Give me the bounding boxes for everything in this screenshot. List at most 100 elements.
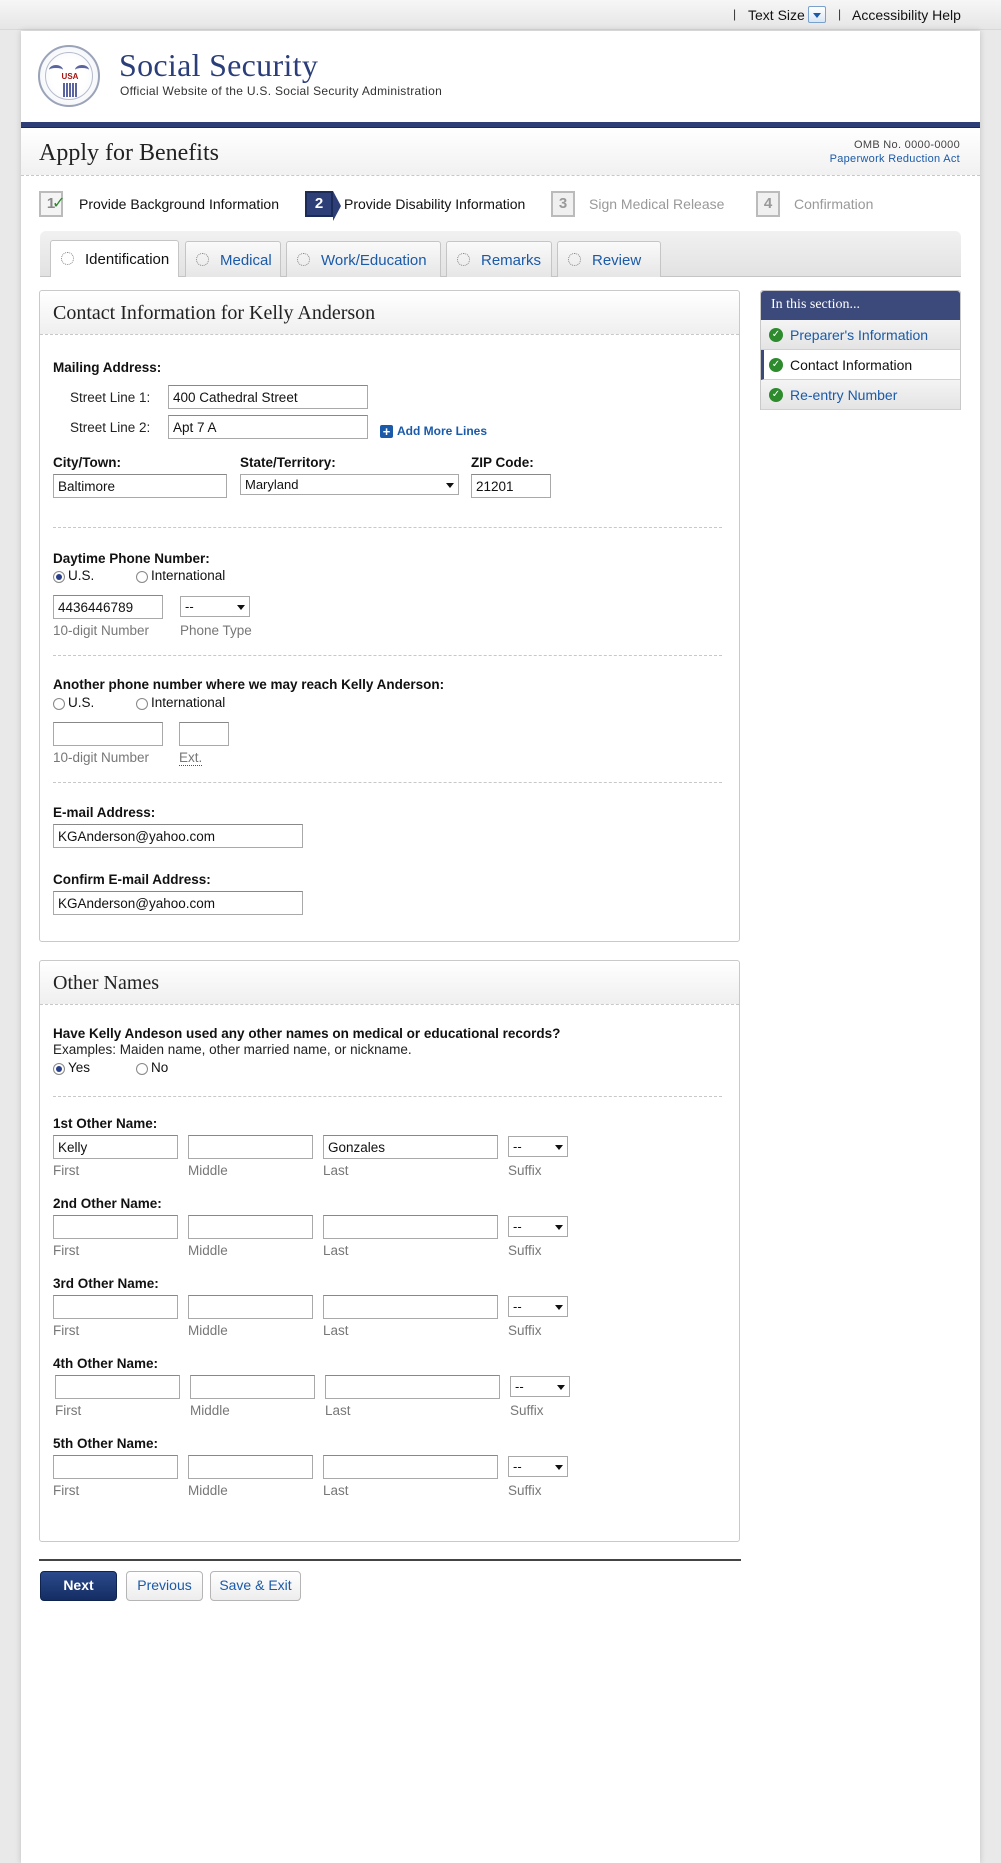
city-label: City/Town: — [53, 455, 121, 470]
tab-medical[interactable]: Medical — [185, 241, 281, 277]
first-hint: First — [53, 1483, 80, 1498]
other-name-4-suffix-select[interactable]: -- — [510, 1376, 570, 1397]
middle-hint: Middle — [188, 1323, 228, 1338]
ssa-seal-icon[interactable]: USA — [38, 45, 100, 107]
phone-type-hint: Phone Type — [180, 623, 252, 638]
tab-identification[interactable]: Identification — [50, 240, 179, 277]
first-hint: First — [53, 1163, 80, 1178]
alt-international-label: International — [151, 695, 226, 710]
alt-international-radio[interactable] — [136, 698, 148, 710]
sidebar-item-contact-information[interactable]: ✓ Contact Information — [761, 350, 960, 380]
previous-button[interactable]: Previous — [126, 1571, 203, 1601]
add-more-lines-link[interactable]: + Add More Lines — [380, 424, 487, 438]
other-name-1-first-input[interactable] — [53, 1135, 178, 1159]
section-divider — [53, 1096, 722, 1097]
status-circle-icon — [297, 253, 310, 266]
seal-usa-text: USA — [61, 72, 79, 81]
step-4: 4 Confirmation — [756, 191, 896, 221]
street-line-1-label: Street Line 1: — [70, 390, 151, 405]
tab-remarks[interactable]: Remarks — [446, 241, 552, 277]
other-name-1-suffix-select[interactable]: -- — [508, 1136, 568, 1157]
panel-title: Other Names — [53, 972, 160, 994]
zip-input[interactable] — [471, 474, 551, 498]
city-input[interactable] — [53, 474, 227, 498]
checkmark-icon: ✓ — [52, 195, 66, 212]
alt-us-radio[interactable] — [53, 698, 65, 710]
sidebar-item-preparers-information[interactable]: ✓ Preparer's Information — [761, 320, 960, 350]
street-line-1-input[interactable] — [168, 385, 368, 409]
brand-title[interactable]: Social Security — [119, 47, 318, 84]
other-name-2-middle-input[interactable] — [188, 1215, 313, 1239]
suffix-hint: Suffix — [508, 1323, 542, 1338]
daytime-phone-input[interactable] — [53, 595, 163, 619]
section-divider — [53, 782, 722, 783]
other-name-2-last-input[interactable] — [323, 1215, 498, 1239]
other-name-4-middle-input[interactable] — [190, 1375, 315, 1399]
other-name-5-label: 5th Other Name: — [53, 1436, 159, 1451]
alt-phone-label: Another phone number where we may reach … — [53, 677, 445, 692]
other-name-5-last-input[interactable] — [323, 1455, 498, 1479]
masthead: USA Social Security Official Website of … — [21, 31, 980, 122]
street-line-2-label: Street Line 2: — [70, 420, 151, 435]
tab-review[interactable]: Review — [557, 241, 661, 277]
status-circle-icon — [457, 253, 470, 266]
other-name-3-suffix-select[interactable]: -- — [508, 1296, 568, 1317]
other-name-2-first-input[interactable] — [53, 1215, 178, 1239]
other-name-5-first-input[interactable] — [53, 1455, 178, 1479]
daytime-us-radio[interactable] — [53, 571, 65, 583]
tab-label: Review — [592, 252, 642, 269]
status-circle-icon — [568, 253, 581, 266]
email-label: E-mail Address: — [53, 805, 156, 820]
daytime-international-radio[interactable] — [136, 571, 148, 583]
page-header: Apply for Benefits OMB No. 0000-0000 Pap… — [21, 128, 980, 176]
utility-separator: | — [838, 7, 842, 21]
alt-us-label: U.S. — [68, 695, 95, 710]
text-size-label[interactable]: Text Size — [748, 7, 805, 23]
panel-header: Contact Information for Kelly Anderson — [40, 291, 739, 335]
alt-phone-ext-input[interactable] — [179, 722, 229, 746]
confirm-email-input[interactable] — [53, 891, 303, 915]
other-names-yes-radio[interactable] — [53, 1063, 65, 1075]
other-names-no-label: No — [151, 1060, 169, 1075]
confirm-email-label: Confirm E-mail Address: — [53, 872, 211, 887]
sidebar-item-re-entry-number[interactable]: ✓ Re-entry Number — [761, 380, 960, 410]
omb-number: OMB No. 0000-0000 — [854, 139, 960, 151]
tab-label: Work/Education — [321, 252, 427, 269]
other-name-2-label: 2nd Other Name: — [53, 1196, 162, 1211]
other-names-no-radio[interactable] — [136, 1063, 148, 1075]
step-1: 1 ✓ Provide Background Information — [39, 191, 279, 221]
email-input[interactable] — [53, 824, 303, 848]
next-button[interactable]: Next — [40, 1571, 117, 1601]
ten-digit-hint: 10-digit Number — [53, 750, 150, 765]
other-name-4-last-input[interactable] — [325, 1375, 500, 1399]
paperwork-reduction-link[interactable]: Paperwork Reduction Act — [830, 152, 960, 166]
other-name-5-suffix-select[interactable]: -- — [508, 1456, 568, 1477]
daytime-international-label: International — [151, 568, 226, 583]
other-name-4-first-input[interactable] — [55, 1375, 180, 1399]
other-name-2-suffix-select[interactable]: -- — [508, 1216, 568, 1237]
street-line-2-input[interactable] — [168, 415, 368, 439]
last-hint: Last — [323, 1243, 349, 1258]
alt-phone-input[interactable] — [53, 722, 163, 746]
ten-digit-hint: 10-digit Number — [53, 623, 150, 638]
last-hint: Last — [323, 1483, 349, 1498]
other-name-3-middle-input[interactable] — [188, 1295, 313, 1319]
plus-icon: + — [380, 425, 393, 438]
state-select[interactable]: Maryland — [240, 474, 459, 495]
other-name-1-last-input[interactable] — [323, 1135, 498, 1159]
other-name-1-label: 1st Other Name: — [53, 1116, 158, 1131]
other-name-5-middle-input[interactable] — [188, 1455, 313, 1479]
tab-work-education[interactable]: Work/Education — [286, 241, 441, 277]
accessibility-help-link[interactable]: Accessibility Help — [852, 7, 961, 23]
other-name-1-middle-input[interactable] — [188, 1135, 313, 1159]
text-size-dropdown-icon[interactable] — [808, 6, 826, 23]
save-exit-button[interactable]: Save & Exit — [210, 1571, 301, 1601]
other-name-3-first-input[interactable] — [53, 1295, 178, 1319]
step-2: 2 Provide Disability Information — [305, 191, 535, 221]
phone-type-select[interactable]: -- — [180, 596, 250, 617]
section-tabs: Identification Medical Work/Education Re… — [40, 231, 961, 277]
middle-hint: Middle — [188, 1243, 228, 1258]
utility-separator: | — [733, 7, 737, 21]
other-name-3-last-input[interactable] — [323, 1295, 498, 1319]
in-this-section-sidebar: In this section... ✓ Preparer's Informat… — [760, 290, 961, 410]
